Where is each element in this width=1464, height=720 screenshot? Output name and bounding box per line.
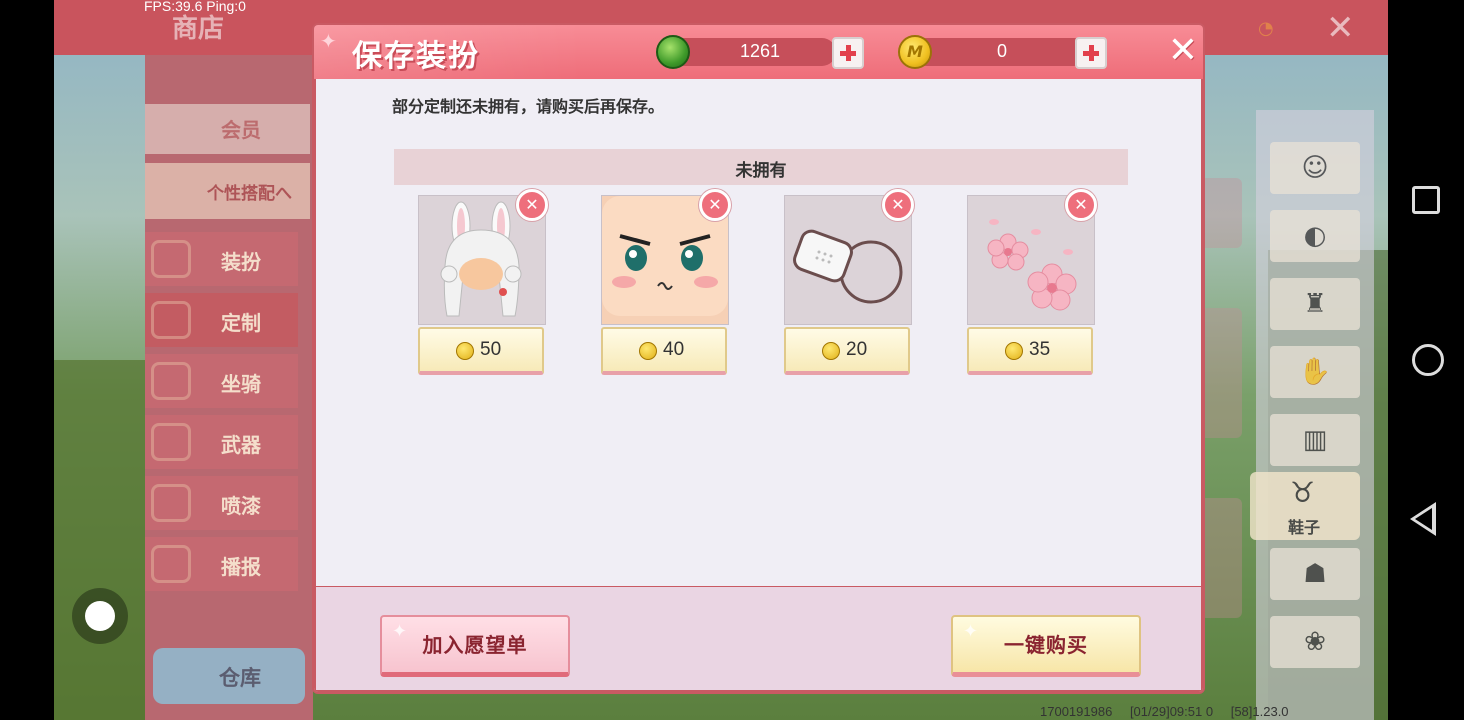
wishlist-label: 加入愿望单 (422, 633, 528, 657)
category-weapon[interactable]: 武器 (145, 415, 298, 469)
box-icon (151, 545, 191, 583)
rss-icon: ◔ (1258, 18, 1274, 39)
slot-pet[interactable]: ❀ (1270, 616, 1360, 668)
face-icon: ☺ (1301, 153, 1329, 183)
whistle-icon (151, 423, 191, 461)
fps-readout: FPS:39.6 Ping:0 (144, 0, 246, 14)
coin-balance: 0 (996, 41, 1007, 61)
shoes-icon: ♉ (1290, 476, 1316, 509)
star-icon: ✦ (320, 29, 337, 53)
buy-item-button[interactable]: 50 (418, 327, 544, 375)
coin-icon (822, 342, 840, 360)
coin-icon (639, 342, 657, 360)
preview-card (1200, 178, 1242, 248)
gem-icon (656, 35, 690, 69)
add-coins-button[interactable] (1075, 37, 1107, 69)
recent-apps-icon[interactable] (1412, 186, 1440, 214)
slot-backpack[interactable]: ☗ (1270, 548, 1360, 600)
section-title: 未拥有 (735, 161, 787, 181)
category-label: 个性搭配へ (207, 184, 292, 204)
dialog-body: 部分定制还未拥有，请购买后再保存。 未拥有 ✕ 50 ✕ 40 ✕ 20 ✕ 3… (314, 79, 1203, 586)
category-dressup[interactable]: 装扮 (145, 232, 298, 286)
category-label: 定制 (221, 311, 261, 335)
coin-icon (456, 342, 474, 360)
section-header: 未拥有 (394, 149, 1128, 185)
unowned-item: ✕ 40 (601, 189, 731, 377)
buy-item-button[interactable]: 40 (601, 327, 727, 375)
buy-all-button[interactable]: ✦ 一键购买 (951, 615, 1141, 677)
add-to-wishlist-button[interactable]: ✦ 加入愿望单 (380, 615, 570, 677)
back-icon[interactable] (1410, 502, 1436, 536)
mask-icon: ◐ (1303, 221, 1327, 251)
category-label: 会员 (221, 118, 261, 142)
remove-item-button[interactable]: ✕ (1065, 189, 1097, 221)
category-label: 坐骑 (221, 372, 261, 396)
remove-item-button[interactable]: ✕ (699, 189, 731, 221)
preview-card (1200, 308, 1242, 438)
buy-item-button[interactable]: 20 (784, 327, 910, 375)
remove-item-button[interactable]: ✕ (882, 189, 914, 221)
glove-icon: ✋ (1298, 357, 1332, 387)
category-label: 装扮 (221, 250, 261, 274)
buy-all-label: 一键购买 (1004, 633, 1088, 657)
unowned-item: ✕ 50 (418, 189, 548, 377)
category-spray[interactable]: 喷漆 (145, 476, 298, 530)
joystick[interactable] (72, 588, 128, 644)
shop-close-icon[interactable]: ✕ (1326, 8, 1355, 48)
save-outfit-dialog: ✦ 保存装扮 1261 M 0 ✕ 部分定制还未拥有，请购买后再保存。 未拥有 (314, 25, 1203, 692)
stroller-icon (151, 362, 191, 400)
version: [58]1.23.0 (1230, 704, 1289, 719)
slot-shoes[interactable]: ♉ 鞋子 (1250, 472, 1360, 540)
shirt-icon (151, 240, 191, 278)
slot-mask[interactable]: ◐ (1270, 210, 1360, 262)
item-price: 40 (663, 339, 685, 360)
category-outfit-group[interactable]: 个性搭配へ (145, 163, 310, 219)
preview-card (1200, 498, 1242, 618)
coin-icon (1005, 342, 1023, 360)
gem-balance: 1261 (739, 41, 781, 61)
home-icon[interactable] (1412, 344, 1444, 376)
item-price: 35 (1029, 339, 1051, 360)
dialog-footer: ✦ 加入愿望单 ✦ 一键购买 (314, 586, 1203, 692)
warehouse-label: 仓库 (219, 666, 261, 690)
slot-face[interactable]: ☺ (1270, 142, 1360, 194)
star-icon: ✦ (392, 621, 409, 642)
slot-gloves[interactable]: ✋ (1270, 346, 1360, 398)
pants-icon: ▥ (1302, 425, 1328, 455)
item-price: 50 (480, 339, 502, 360)
spray-can-icon (151, 484, 191, 522)
remove-item-button[interactable]: ✕ (516, 189, 548, 221)
category-custom[interactable]: 定制 (145, 293, 298, 347)
category-vip[interactable]: 会员 (145, 104, 310, 154)
category-label: 武器 (221, 433, 261, 457)
notice-text: 部分定制还未拥有，请购买后再保存。 (392, 97, 665, 116)
star-icon: ✦ (963, 621, 980, 642)
add-gems-button[interactable] (832, 37, 864, 69)
category-mount[interactable]: 坐骑 (145, 354, 298, 408)
category-label: 喷漆 (221, 494, 261, 518)
backpack-icon: ☗ (1303, 559, 1327, 589)
shirt-icon: ♜ (1303, 289, 1327, 319)
unowned-item: ✕ 35 (967, 189, 1097, 377)
category-broadcast[interactable]: 播报 (145, 537, 298, 591)
user-id: 1700191986 (1040, 704, 1113, 719)
coin-icon: M (898, 35, 932, 69)
unowned-item: ✕ 20 (784, 189, 914, 377)
slot-pants[interactable]: ▥ (1270, 414, 1360, 466)
slot-shoes-label: 鞋子 (1288, 518, 1321, 537)
item-price: 20 (846, 339, 868, 360)
dialog-header: ✦ 保存装扮 1261 M 0 ✕ (314, 25, 1203, 79)
paw-icon: ❀ (1304, 627, 1326, 657)
slot-shirt[interactable]: ♜ (1270, 278, 1360, 330)
warehouse-button[interactable]: 仓库 (153, 648, 305, 704)
datetime: [01/29]09:51 0 (1129, 704, 1214, 719)
build-info: 1700191986 [01/29]09:51 0 [58]1.23.0 (1040, 704, 1303, 719)
category-label: 播报 (221, 555, 261, 579)
buy-item-button[interactable]: 35 (967, 327, 1093, 375)
close-icon[interactable]: ✕ (1166, 31, 1200, 71)
pencil-icon (151, 301, 191, 339)
dialog-title: 保存装扮 (352, 39, 480, 74)
